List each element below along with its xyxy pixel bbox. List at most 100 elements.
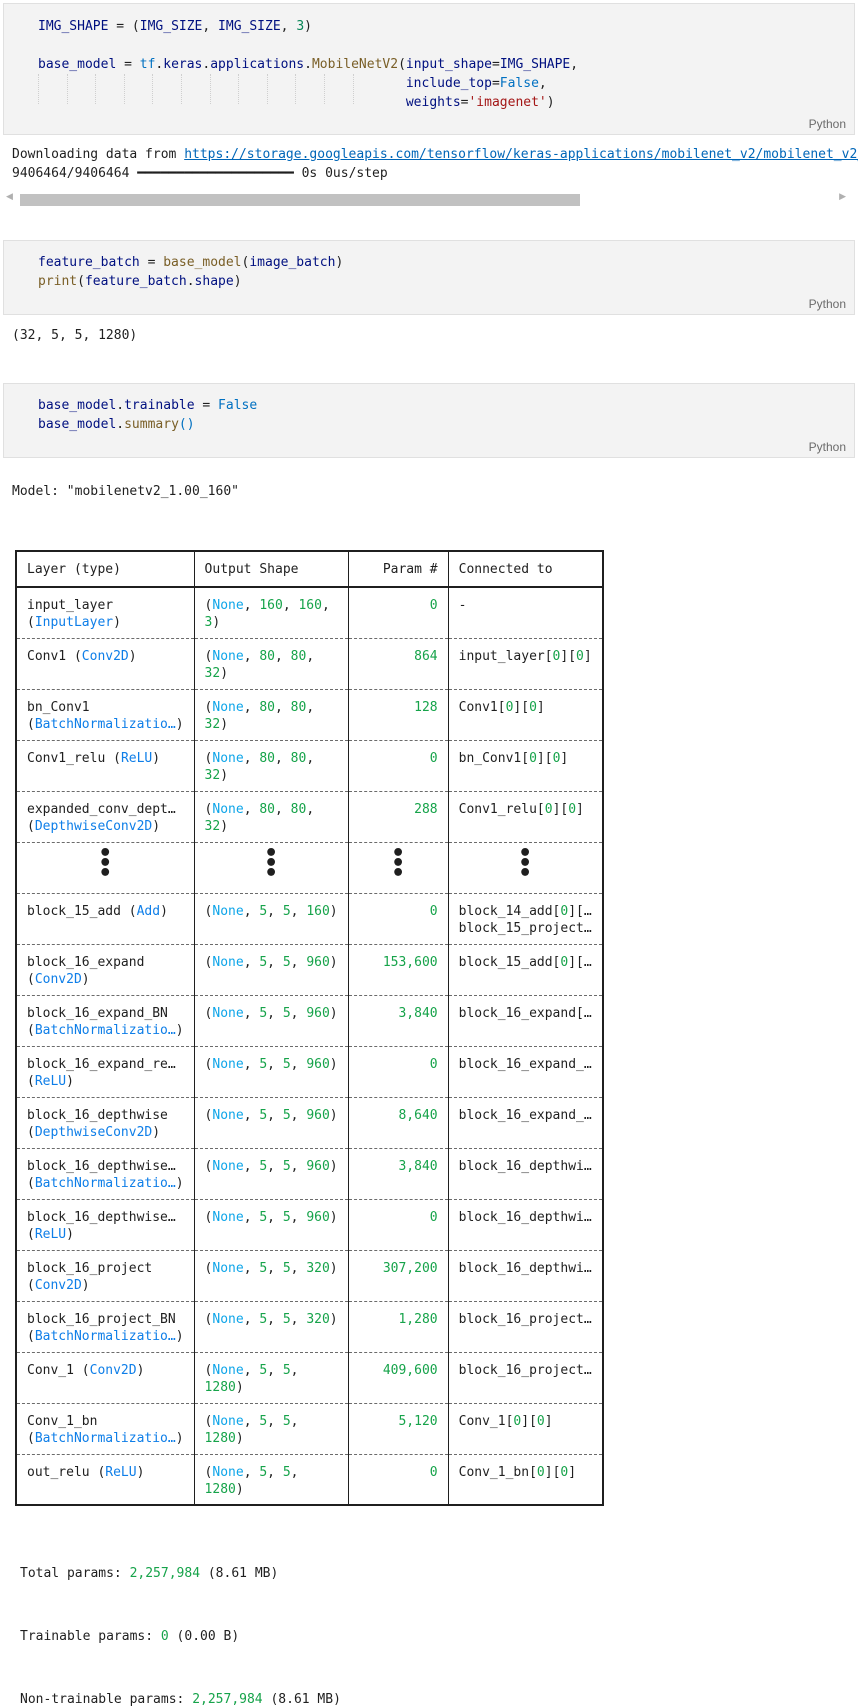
index-num: 0 <box>544 801 553 817</box>
index-num: 0 <box>552 648 561 664</box>
indent-guide <box>352 74 354 104</box>
table-row: Conv1 (Conv2D) (None, 80, 80, 32) 864 input… <box>16 638 604 690</box>
connected-cell: Conv_1_bn[0][0] <box>448 1454 604 1506</box>
param-count: 0 <box>348 740 449 792</box>
output-shape-cell: (None, 5, 5, 1280) <box>194 1352 349 1404</box>
shape-dim: 5 <box>282 1413 291 1429</box>
layer-cell: block_16_expand (Conv2D) <box>16 944 195 996</box>
non-trainable-params-label: Non-trainable params: <box>20 1692 193 1707</box>
indent-guide <box>295 74 297 104</box>
table-row: out_relu (ReLU) (None, 5, 5, 1280) 0 Conv_1… <box>16 1454 604 1506</box>
index-num: 0 <box>536 1464 545 1480</box>
cell-2-code[interactable]: feature_batch = base_model(image_batch) … <box>38 253 343 291</box>
connected-cell: input_layer[0][0] <box>448 638 604 690</box>
connected-cell: block_16_project… <box>448 1352 604 1404</box>
shape-dim: 5 <box>259 1158 268 1174</box>
layer-type: Conv2D <box>34 1277 82 1293</box>
shape-dim: 160 <box>306 903 330 919</box>
layer-cell: block_16_project_BN (BatchNormalizatio…) <box>16 1301 195 1353</box>
output-shape-cell: (None, 5, 5, 960) <box>194 1046 349 1098</box>
connected-cell: block_16_expand_… <box>448 1097 604 1149</box>
table-header-row: Layer (type) Output Shape Param # Connec… <box>16 551 604 588</box>
layer-type: BatchNormalizatio… <box>34 1175 176 1191</box>
layer-name: block_16_expand_BN <box>27 1005 168 1021</box>
table-row: block_16_depthwise (DepthwiseConv2D) (Non… <box>16 1097 604 1149</box>
model-summary-table: Layer (type) Output Shape Param # Connec… <box>15 550 604 1506</box>
non-trainable-params: Non-trainable params: 2,257,984 (8.61 MB… <box>20 1692 341 1707</box>
scrollbar-thumb[interactable] <box>20 194 580 206</box>
output-shape-cell: (None, 5, 5, 960) <box>194 995 349 1047</box>
total-params-value: 2,257,984 <box>129 1566 201 1581</box>
output-shape-cell: (None, 5, 5, 320) <box>194 1301 349 1353</box>
connected-cell: - <box>448 587 604 639</box>
output-shape-cell: (None, 5, 5, 960) <box>194 944 349 996</box>
output-shape-cell: (None, 5, 5, 320) <box>194 1250 349 1302</box>
total-params-size: (8.61 MB) <box>200 1566 279 1581</box>
shape-dim: 80 <box>290 801 307 817</box>
param-count: 5,120 <box>348 1403 449 1455</box>
horizontal-scrollbar[interactable]: ◀ ▶ <box>6 192 846 206</box>
code-cell-3[interactable]: base_model.trainable = False base_model.… <box>3 383 855 458</box>
layer-name: block_15_add <box>27 903 121 919</box>
scroll-left-icon[interactable]: ◀ <box>6 192 13 202</box>
shape-dim: 5 <box>259 1107 268 1123</box>
connected-cell: block_16_project… <box>448 1301 604 1353</box>
layer-name: input_layer <box>27 598 114 613</box>
connected-cell: block_15_add[0][… <box>448 944 604 996</box>
total-params-label: Total params: <box>20 1566 130 1581</box>
table-row: • • • • • • • • • • • • <box>16 842 604 894</box>
scroll-right-icon[interactable]: ▶ <box>839 192 846 202</box>
non-trainable-params-value: 2,257,984 <box>192 1692 263 1707</box>
layer-name: Conv_1 <box>27 1362 74 1378</box>
layer-cell: bn_Conv1 (BatchNormalizatio…) <box>16 689 195 741</box>
layer-cell: block_16_expand_BN (BatchNormalizatio…) <box>16 995 195 1047</box>
param-count: 0 <box>348 1199 449 1251</box>
layer-type: Add <box>136 903 161 919</box>
table-row: Conv_1_bn (BatchNormalizatio…) (None, 5, … <box>16 1403 604 1455</box>
cell-1-code[interactable]: IMG_SHAPE = (IMG_SIZE, IMG_SIZE, 3) base… <box>38 17 578 112</box>
index-num: 0 <box>576 648 584 664</box>
table-row: block_16_depthwise… (BatchNormalizatio…)… <box>16 1148 604 1200</box>
index-num: 0 <box>560 954 569 970</box>
shape-dim: 960 <box>306 1005 330 1021</box>
download-link[interactable]: https://storage.googleapis.com/tensorflo… <box>184 147 858 162</box>
layer-type: ReLU <box>105 1464 137 1480</box>
shape-dim: 5 <box>282 1056 291 1072</box>
indent-guide <box>152 74 154 104</box>
param-count: 0 <box>348 587 449 639</box>
layer-cell: block_16_depthwise… (ReLU) <box>16 1199 195 1251</box>
layer-type: ReLU <box>120 750 153 766</box>
shape-dim: None <box>212 598 244 613</box>
table-row: block_16_project (Conv2D) (None, 5, 5, 32… <box>16 1250 604 1302</box>
shape-dim: 5 <box>282 954 291 970</box>
model-title: Model: "mobilenetv2_1.00_160" <box>12 484 239 499</box>
param-count: 153,600 <box>348 944 449 996</box>
shape-dim: 5 <box>259 1056 268 1072</box>
connected-cell: bn_Conv1[0][0] <box>448 740 604 792</box>
code-cell-1[interactable]: IMG_SHAPE = (IMG_SIZE, IMG_SIZE, 3) base… <box>3 3 855 135</box>
shape-dim: 32 <box>204 818 221 834</box>
code-cell-2[interactable]: feature_batch = base_model(image_batch) … <box>3 240 855 315</box>
param-count: 3,840 <box>348 1148 449 1200</box>
cell-3-code[interactable]: base_model.trainable = False base_model.… <box>38 396 257 434</box>
shape-dim: 5 <box>282 903 291 919</box>
connected-cell: block_16_depthwi… <box>448 1148 604 1200</box>
shape-dim: 32 <box>204 665 221 681</box>
indent-guide <box>209 74 211 104</box>
layer-type: DepthwiseConv2D <box>34 1124 153 1140</box>
progress-time: 0s <box>301 166 318 181</box>
layer-cell: block_16_project (Conv2D) <box>16 1250 195 1302</box>
shape-dim: None <box>212 1464 244 1480</box>
layer-name: block_16_depthwise <box>27 1107 168 1123</box>
shape-dim: 5 <box>282 1464 291 1480</box>
shape-dim: 5 <box>259 1362 268 1378</box>
header-output-shape: Output Shape <box>194 551 349 588</box>
layer-name: Conv_1_bn <box>27 1413 98 1429</box>
connected-cell: Conv1[0][0] <box>448 689 604 741</box>
layer-type: Conv2D <box>81 648 129 664</box>
layer-name: block_16_project_BN <box>27 1311 176 1327</box>
layer-type: DepthwiseConv2D <box>34 818 153 834</box>
index-num: 0 <box>529 750 537 766</box>
index-num: 0 <box>560 903 569 919</box>
connected-cell: block_16_expand_… <box>448 1046 604 1098</box>
